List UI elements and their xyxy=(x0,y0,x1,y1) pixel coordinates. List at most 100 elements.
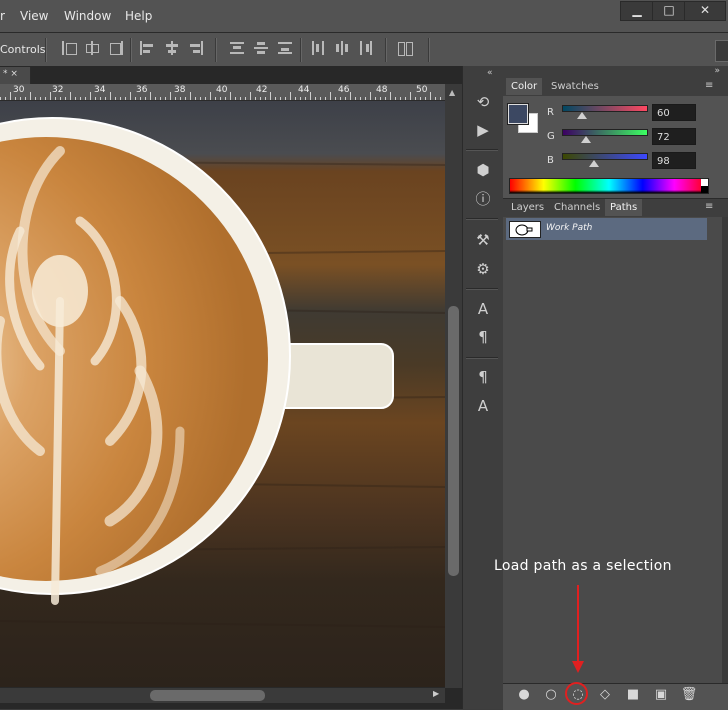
menu-filter[interactable]: r xyxy=(0,9,5,23)
info-icon[interactable]: ⓘ xyxy=(472,188,494,210)
character-styles-icon[interactable]: A xyxy=(472,395,494,417)
ruler-tick xyxy=(340,97,341,100)
ruler-tick xyxy=(395,97,396,100)
ruler-tick xyxy=(210,92,211,100)
stroke-path-icon[interactable]: ○ xyxy=(542,686,560,704)
red-slider-thumb[interactable] xyxy=(577,112,587,119)
tab-channels[interactable]: Channels xyxy=(549,199,605,216)
tab-paths[interactable]: Paths xyxy=(605,199,643,216)
ruler-tick xyxy=(220,97,221,100)
make-work-path-icon[interactable]: ◇ xyxy=(596,686,614,704)
menu-window[interactable]: Window xyxy=(64,9,111,23)
distribute-hcenter-icon[interactable] xyxy=(335,41,349,55)
red-slider[interactable] xyxy=(562,105,648,112)
options-bar-scroll[interactable] xyxy=(715,40,728,62)
ruler-tick xyxy=(310,92,311,100)
align-top-icon[interactable] xyxy=(62,41,77,55)
ruler-tick xyxy=(215,97,216,100)
blue-slider[interactable] xyxy=(562,153,648,160)
paths-scrollbar[interactable] xyxy=(722,217,728,683)
ruler-tick xyxy=(400,97,401,100)
expand-arrows-icon[interactable]: » xyxy=(714,66,720,76)
scroll-right-arrow-icon[interactable]: ▶ xyxy=(433,689,439,698)
blue-channel-label: B xyxy=(547,155,554,166)
distribute-right-icon[interactable] xyxy=(359,41,373,55)
canvas[interactable] xyxy=(0,101,445,687)
minimize-button[interactable]: ▁ xyxy=(620,1,654,21)
ruler-tick xyxy=(135,97,136,100)
panel-menu-icon[interactable]: ≡ xyxy=(705,201,713,212)
delete-path-icon[interactable]: 🗑 xyxy=(680,686,698,704)
paragraph-icon[interactable]: ¶ xyxy=(472,326,494,348)
scroll-up-arrow-icon[interactable]: ▲ xyxy=(449,88,455,97)
history-icon[interactable]: ⟲ xyxy=(472,91,494,113)
maximize-button[interactable]: □ xyxy=(652,1,686,21)
ruler-tick xyxy=(75,97,76,100)
path-name[interactable]: Work Path xyxy=(546,223,592,233)
actions-play-icon[interactable]: ▶ xyxy=(472,119,494,141)
ruler-tick xyxy=(115,97,116,100)
vertical-scrollbar[interactable]: ▲ xyxy=(445,84,462,688)
green-value-field[interactable]: 72 xyxy=(652,128,696,145)
paragraph-styles-icon[interactable]: ¶ xyxy=(472,366,494,388)
red-value-field[interactable]: 60 xyxy=(652,104,696,121)
color-spectrum-bar[interactable] xyxy=(509,178,709,194)
document-tab-label[interactable]: * × xyxy=(3,69,18,79)
ruler-tick xyxy=(415,97,416,100)
clone-source-icon[interactable]: ⚙ xyxy=(472,258,494,280)
green-slider[interactable] xyxy=(562,129,648,136)
ruler-tick xyxy=(95,97,96,100)
panel-menu-icon[interactable]: ≡ xyxy=(705,80,713,91)
auto-align-icon[interactable] xyxy=(398,41,413,56)
show-transform-controls-label[interactable]: Controls xyxy=(0,43,46,56)
new-path-icon[interactable]: ▣ xyxy=(652,686,670,704)
tab-swatches[interactable]: Swatches xyxy=(546,78,604,95)
ruler-tick xyxy=(370,92,371,100)
distribute-left-icon[interactable] xyxy=(311,41,325,55)
foreground-color-swatch[interactable] xyxy=(507,103,529,125)
document-tab[interactable]: * × xyxy=(0,67,31,84)
ruler-tick xyxy=(55,97,56,100)
tab-layers[interactable]: Layers xyxy=(506,199,549,216)
ruler-tick xyxy=(305,97,306,100)
ruler-tick xyxy=(435,97,436,100)
ruler-tick xyxy=(205,97,206,100)
ruler-tick xyxy=(350,92,351,100)
add-mask-icon[interactable]: ■ xyxy=(624,686,642,704)
horizontal-scroll-thumb[interactable] xyxy=(150,690,265,701)
blue-slider-thumb[interactable] xyxy=(589,160,599,167)
ruler-tick xyxy=(250,92,251,100)
ruler-tick xyxy=(50,92,51,100)
align-vcenter-icon[interactable] xyxy=(85,41,99,55)
brush-presets-icon[interactable]: ⚒ xyxy=(472,229,494,251)
collapse-arrows-icon[interactable]: « xyxy=(487,68,493,78)
blue-value-field[interactable]: 98 xyxy=(652,152,696,169)
align-right-icon[interactable] xyxy=(189,41,203,55)
options-separator xyxy=(428,38,430,62)
horizontal-scrollbar[interactable]: ▶ xyxy=(0,688,445,703)
distribute-bottom-icon[interactable] xyxy=(278,41,292,55)
coffee-cup-image xyxy=(0,101,445,687)
ruler-tick xyxy=(110,92,111,100)
path-row-work-path[interactable]: Work Path xyxy=(506,218,707,240)
ruler-tick xyxy=(130,92,131,100)
align-bottom-icon[interactable] xyxy=(109,41,123,55)
vertical-scroll-thumb[interactable] xyxy=(448,306,459,576)
ruler-tick xyxy=(155,97,156,100)
green-slider-thumb[interactable] xyxy=(581,136,591,143)
tab-color[interactable]: Color xyxy=(506,78,543,95)
3d-icon[interactable]: ⬢ xyxy=(472,159,494,181)
menu-view[interactable]: View xyxy=(20,9,48,23)
align-hcenter-icon[interactable] xyxy=(165,41,179,55)
tool-separator xyxy=(466,357,498,359)
ruler-tick xyxy=(60,97,61,100)
ruler-tick xyxy=(125,97,126,100)
menu-help[interactable]: Help xyxy=(125,9,152,23)
align-left-icon[interactable] xyxy=(140,41,154,55)
fill-path-icon[interactable]: ● xyxy=(515,686,533,704)
ruler-tick xyxy=(230,92,231,100)
close-button[interactable]: ✕ xyxy=(684,1,726,21)
distribute-vcenter-icon[interactable] xyxy=(254,41,268,55)
character-icon[interactable]: A xyxy=(472,298,494,320)
distribute-top-icon[interactable] xyxy=(230,41,244,55)
